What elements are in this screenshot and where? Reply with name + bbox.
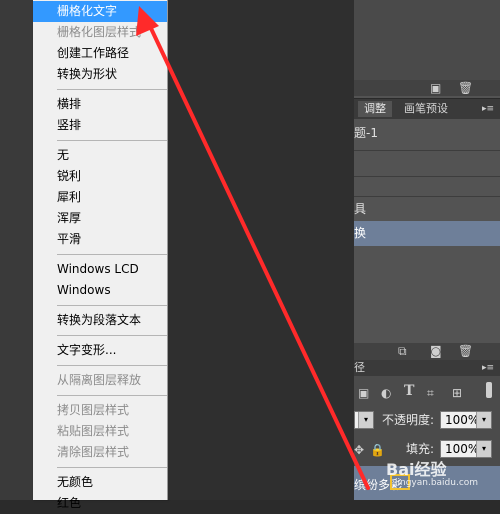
menu-item-aa-none[interactable]: 无 (33, 145, 167, 166)
menu-item-red[interactable]: 红色 (33, 493, 167, 514)
menu-item-windows-lcd[interactable]: Windows LCD (33, 259, 167, 280)
menu-item-aa-strong[interactable]: 浑厚 (33, 208, 167, 229)
filter-adjustment-icon[interactable]: ◐ (381, 386, 391, 400)
menu-separator (57, 395, 167, 396)
menu-item-warp-text[interactable]: 文字变形... (33, 340, 167, 361)
watermark-logo: Bai经验 (386, 460, 447, 479)
filter-toggle[interactable] (486, 382, 492, 398)
menu-separator (57, 365, 167, 366)
watermark-url: jingyan.baidu.com (395, 478, 479, 488)
chevron-down-icon: ▾ (476, 441, 491, 457)
chevron-down-icon: ▾ (358, 412, 373, 428)
menu-separator (57, 467, 167, 468)
opacity-label: 不透明度: (382, 413, 435, 427)
lock-all-icon[interactable]: 🔒 (370, 443, 385, 457)
menu-separator (57, 335, 167, 336)
panel-icon-bar: ▣ 🗑 (354, 80, 500, 96)
new-snapshot-icon[interactable]: ⧉ (398, 344, 407, 358)
menu-item-create-work-path[interactable]: 创建工作路径 (33, 43, 167, 64)
filter-image-icon[interactable]: ▣ (358, 386, 369, 400)
context-menu: 栅格化文字 栅格化图层样式 创建工作路径 转换为形状 横排 竖排 无 锐利 犀利… (33, 0, 168, 510)
menu-item-aa-sharp[interactable]: 锐利 (33, 166, 167, 187)
menu-item-horizontal[interactable]: 横排 (33, 94, 167, 115)
tab-paths[interactable]: 径 (354, 360, 365, 376)
lock-move-icon[interactable]: ✥ (354, 443, 364, 457)
panel-row-selected[interactable]: 换 (354, 221, 500, 246)
menu-separator (57, 305, 167, 306)
menu-item-rasterize-layer-style: 栅格化图层样式 (57, 25, 142, 39)
layers-tab-bar: 径 ▸≡ (354, 360, 500, 376)
opacity-input[interactable]: 100% ▾ (440, 411, 492, 429)
menu-separator (57, 140, 167, 141)
filter-type-icon[interactable]: T (404, 384, 414, 398)
trash-icon[interactable]: 🗑 (458, 81, 473, 95)
menu-item-paste-layer-style: 粘贴图层样式 (57, 424, 130, 438)
panel-row[interactable]: 具 (354, 197, 500, 222)
fill-input[interactable]: 100% ▾ (440, 440, 492, 458)
filter-smart-object-icon[interactable]: ⊞ (452, 386, 462, 400)
workspace-background (168, 0, 354, 500)
menu-separator (57, 89, 167, 90)
tab-brush-presets[interactable]: 画笔预设 (398, 101, 454, 117)
menu-item-aa-crisp[interactable]: 犀利 (33, 187, 167, 208)
new-item-icon[interactable]: ▣ (430, 81, 441, 95)
canvas-left-area (0, 0, 33, 500)
chevron-down-icon: ▾ (476, 412, 491, 428)
menu-item-convert-to-paragraph[interactable]: 转换为段落文本 (33, 310, 167, 331)
menu-item-convert-to-shape[interactable]: 转换为形状 (33, 64, 167, 85)
panel-divider (354, 150, 500, 151)
panel-row[interactable]: 题-1 (354, 121, 500, 146)
panel-tab-bar: 调整 画笔预设 ▸≡ (354, 98, 500, 119)
menu-item-aa-smooth[interactable]: 平滑 (33, 229, 167, 250)
fill-value: 100% (445, 442, 480, 456)
menu-item-rasterize-type[interactable]: 栅格化文字 (33, 1, 167, 22)
menu-item-release-isolation: 从隔离图层释放 (57, 373, 142, 387)
filter-shape-icon[interactable]: ⌗ (427, 386, 434, 400)
panel-bottom-bar: ⧉ ◙ 🗑 (354, 343, 500, 360)
menu-item-no-color[interactable]: 无颜色 (33, 472, 167, 493)
menu-separator (57, 254, 167, 255)
tab-adjustments[interactable]: 调整 (358, 101, 392, 117)
blend-mode-select[interactable]: ▾ (354, 411, 374, 429)
menu-item-windows[interactable]: Windows (33, 280, 167, 301)
menu-item-vertical[interactable]: 竖排 (33, 115, 167, 136)
camera-icon[interactable]: ◙ (430, 344, 442, 358)
panel-divider (354, 176, 500, 177)
panel-menu-icon[interactable]: ▸≡ (482, 102, 494, 116)
menu-item-clear-layer-style: 清除图层样式 (57, 445, 130, 459)
panel-row[interactable] (354, 152, 500, 177)
menu-item-copy-layer-style: 拷贝图层样式 (57, 403, 130, 417)
panel-top-area (354, 0, 500, 80)
right-panel: ▣ 🗑 调整 画笔预设 ▸≡ 题-1 具 换 ⧉ ◙ 🗑 径 ▸≡ ▣ ◐ T … (354, 0, 500, 500)
opacity-value: 100% (445, 413, 480, 427)
trash-icon[interactable]: 🗑 (458, 344, 473, 358)
panel-menu-icon[interactable]: ▸≡ (482, 361, 494, 375)
